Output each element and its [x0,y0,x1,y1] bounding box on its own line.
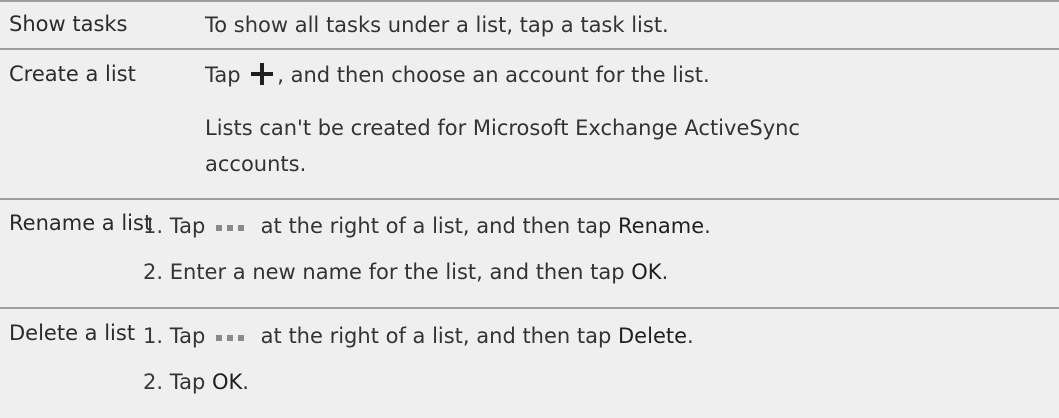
row-label: Show tasks [9,12,128,36]
text-segment: Tap [169,214,206,238]
step-1: 1. Tap at the right of a list, and then … [143,316,694,354]
step-number: 1. [143,324,164,348]
text-segment: at the right of a list, and then tap [260,324,612,348]
row-rename-list: Rename a list 1. Tap at the right of a l… [0,198,1059,307]
row-create-list: Create a list Tap , and then choose an a… [0,48,1059,198]
row-description: Tap , and then choose an account for the… [205,57,710,93]
row-delete-list: Delete a list 1. Tap at the right of a l… [0,307,1059,418]
row-label: Delete a list [9,321,136,345]
emphasis-text: Delete [618,324,688,348]
text-segment: Tap [205,63,241,87]
row-note-line-1: Lists can't be created for Microsoft Exc… [205,116,800,140]
text-segment: . [661,260,669,284]
more-options-icon [215,316,250,341]
text-segment: Tap [169,324,206,348]
plus-icon [251,63,274,85]
row-show-tasks: Show tasks To show all tasks under a lis… [0,0,1059,48]
step-2: 2. Enter a new name for the list, and th… [143,254,668,290]
step-1: 1. Tap at the right of a list, and then … [143,206,711,244]
step-number: 2. [143,260,164,284]
row-note-line-2: accounts. [205,152,307,176]
row-label: Create a list [9,62,136,86]
text-segment: Enter a new name for the list, and then … [169,260,625,284]
emphasis-text: Rename [618,214,705,238]
text-segment: , and then choose an account for the lis… [277,63,710,87]
text-segment: . [687,324,694,348]
row-description: To show all tasks under a list, tap a ta… [205,13,669,37]
text-segment: . [704,214,711,238]
row-label: Rename a list [9,211,153,235]
text-segment: Tap [169,370,206,394]
text-segment: . [242,370,249,394]
step-number: 1. [143,214,164,238]
more-options-icon [215,206,250,231]
text-segment: at the right of a list, and then tap [260,214,612,238]
step-2: 2. Tap OK. [143,364,249,400]
task-list-actions-table: Show tasks To show all tasks under a lis… [0,0,1059,418]
emphasis-text: OK [211,370,243,394]
emphasis-text: OK [631,260,662,284]
step-number: 2. [143,370,164,394]
